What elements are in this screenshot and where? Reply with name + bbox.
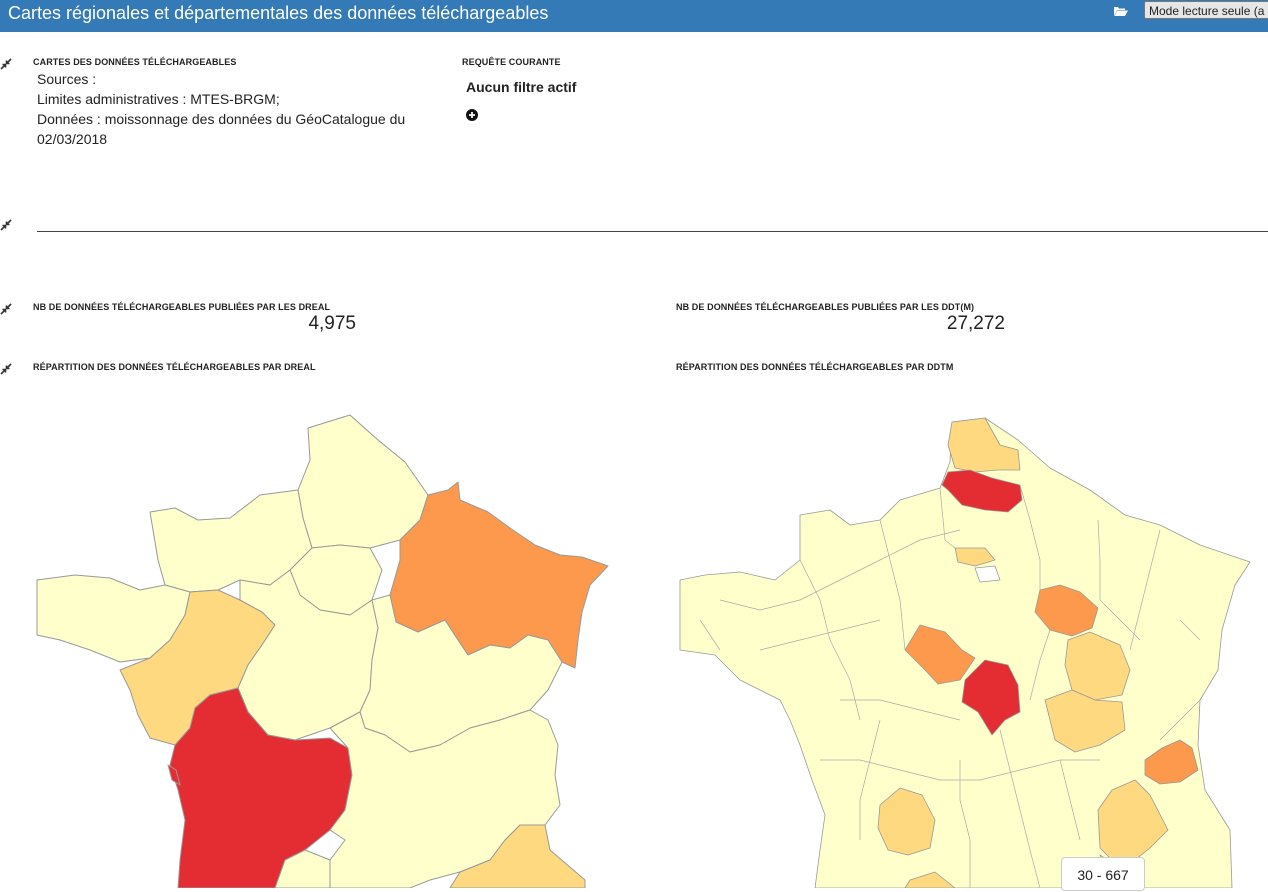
region-hauts-de-france[interactable] — [297, 414, 429, 549]
sources-line: Limites administratives : MTES-BRGM; — [37, 91, 280, 107]
sources-title: CARTES DES DONNÉES TÉLÉCHARGEABLES — [33, 57, 237, 67]
sources-line: Données : moissonnage des données du Géo… — [37, 111, 406, 127]
page-title: Cartes régionales et départementales des… — [8, 3, 549, 23]
collapse-icon[interactable] — [0, 303, 12, 315]
divider — [37, 231, 1268, 232]
ddtm-department-map[interactable] — [640, 380, 1268, 888]
kpi-ddt-title: NB DE DONNÉES TÉLÉCHARGEABLES PUBLIÉES P… — [676, 302, 975, 312]
collapse-icon[interactable] — [0, 363, 12, 375]
kpi-dreal-title: NB DE DONNÉES TÉLÉCHARGEABLES PUBLIÉES P… — [33, 302, 331, 312]
dreal-region-map[interactable] — [0, 380, 640, 888]
filter-status: Aucun filtre actif — [466, 79, 577, 95]
readonly-mode-button[interactable]: Mode lecture seule (a — [1144, 1, 1268, 19]
plus-circle-icon[interactable] — [466, 109, 478, 121]
collapse-icon[interactable] — [0, 58, 12, 70]
map-ddtm-title: RÉPARTITION DES DONNÉES TÉLÉCHARGEABLES … — [676, 362, 954, 372]
request-title: REQUÊTE COURANTE — [462, 57, 561, 67]
sources-line: 02/03/2018 — [37, 131, 108, 147]
top-bar: Cartes régionales et départementales des… — [0, 0, 1268, 32]
kpi-dreal-value: 4,975 — [308, 313, 356, 334]
map-dreal-title: RÉPARTITION DES DONNÉES TÉLÉCHARGEABLES … — [33, 362, 316, 372]
collapse-icon[interactable] — [0, 219, 12, 231]
folder-open-icon[interactable] — [1113, 5, 1129, 17]
map-legend: 30 - 667 — [1061, 857, 1145, 891]
kpi-ddt-value: 27,272 — [946, 313, 1005, 334]
dept-paris[interactable] — [974, 565, 1001, 583]
sources-line: Sources : — [37, 71, 97, 87]
